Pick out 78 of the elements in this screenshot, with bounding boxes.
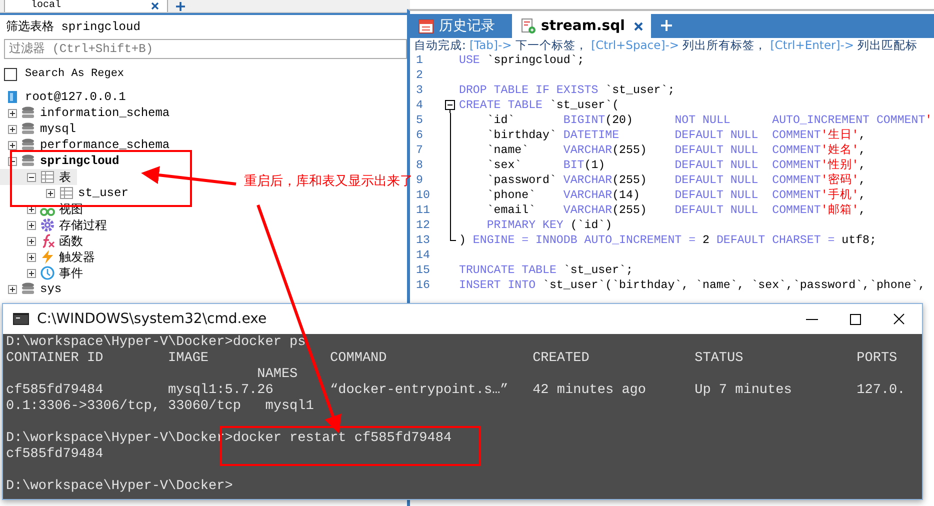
regex-checkbox[interactable] (4, 68, 17, 80)
window-title: C:\WINDOWS\system32\cmd.exe (37, 311, 267, 327)
gear-icon (40, 218, 55, 232)
code-line: USE `springcloud`; (459, 53, 584, 68)
line-number: 14 (415, 249, 431, 262)
editor-tab[interactable]: 历史记录 (410, 14, 508, 38)
code-line: `password` VARCHAR(255) DEFAULT NULL COMMENT'密码', (486, 173, 866, 188)
code-line: `sex` BIT(1) DEFAULT NULL COMMENT'性别', (486, 158, 866, 173)
database-icon (21, 122, 36, 136)
terminal-line: D:\workspace\Hyper-V\Docker>docker ps (6, 335, 307, 351)
line-number: 11 (415, 204, 431, 217)
calendar-icon (418, 18, 434, 34)
line-number: 2 (415, 69, 424, 82)
line-number: 12 (415, 219, 431, 232)
line-number: 10 (415, 189, 431, 202)
line-number: 3 (415, 84, 424, 97)
plus-icon (176, 2, 186, 10)
line-number: 15 (415, 264, 431, 277)
code-line: `name` VARCHAR(255) DEFAULT NULL COMMENT'姓名', (486, 143, 866, 158)
line-number: 13 (415, 234, 431, 247)
database-icon (21, 154, 36, 168)
lightning-icon (40, 250, 55, 264)
line-number: 8 (415, 159, 424, 172)
line-number: 16 (415, 279, 431, 292)
code-line: `id` BIGINT(20) NOT NULL AUTO_INCREMENT COMMENT' (486, 113, 932, 128)
connection-tab[interactable]: local (4, 0, 168, 12)
code-line: TRUNCATE TABLE `st_user`; (459, 263, 633, 278)
document-icon (520, 18, 536, 34)
close-icon (892, 312, 906, 326)
terminal-line: cf585fd79484 (6, 447, 104, 463)
table-icon (59, 186, 74, 200)
tree-item[interactable]: mysql (0, 121, 82, 137)
tree-item[interactable]: 触发器 (0, 249, 101, 265)
terminal-line: NAMES (256, 367, 299, 383)
tree-item[interactable]: 函数 (0, 233, 89, 249)
autocomplete-hint: 自动完成: [Tab]-> 下一个标签， [Ctrl+Space]-> 列出所有标签， [Ctrl+Enter]-> 列出匹配标 (413, 38, 919, 53)
tree-item[interactable]: root@127.0.0.1 (0, 89, 132, 105)
code-line: CREATE TABLE `st_user`( (459, 98, 620, 113)
database-icon (21, 106, 36, 120)
terminal-line: D:\workspace\Hyper-V\Docker> (6, 479, 234, 495)
plus-icon (660, 20, 672, 31)
line-number: 1 (415, 54, 424, 67)
code-line: INSERT INTO `st_user`(`birthday`, `name`, `sex`,`password`,`phone`, (459, 278, 926, 293)
terminal-line: 0.1:3306->3306/tcp, 33060/tcp mysql1 (6, 399, 315, 415)
minimize-icon (806, 318, 818, 320)
line-number: 6 (415, 129, 424, 142)
terminal-line: cf585fd79484 mysql1:5.7.26 “docker-entrypoint.s…” 42 minutes ago Up 7 minutes 127.0. (6, 383, 906, 399)
line-number: 9 (415, 174, 424, 187)
filter-field[interactable]: 过滤器 (Ctrl+Shift+B) (4, 39, 407, 59)
clock-icon (40, 266, 55, 280)
code-line: ) ENGINE = INNODB AUTO_INCREMENT = 2 DEFAULT CHARSET = utf8; (459, 233, 876, 248)
terminal-icon (13, 313, 29, 325)
code-line: `birthday` DATETIME DEFAULT NULL COMMENT'生日', (486, 128, 866, 143)
function-icon (40, 234, 55, 248)
tree-item[interactable]: information_schema (0, 105, 176, 121)
code-line: `phone` VARCHAR(14) DEFAULT NULL COMMENT'手机', (486, 188, 866, 203)
code-line: `email` VARCHAR(255) DEFAULT NULL COMMENT'邮箱', (486, 203, 866, 218)
table-icon (40, 170, 55, 184)
close-icon (151, 2, 160, 10)
database-icon (21, 138, 36, 152)
regex-label: Search As Regex (25, 68, 124, 80)
filter-title: 筛选表格 springcloud (6, 19, 142, 35)
tree-item[interactable]: springcloud (0, 153, 126, 169)
tree-item[interactable]: 存储过程 (0, 217, 113, 233)
terminal-line: CONTAINER ID IMAGE COMMAND CREATED STATUS PORTS (6, 351, 898, 367)
tree-item[interactable]: 事件 (0, 265, 89, 281)
code-line: PRIMARY KEY (`id`) (486, 218, 612, 233)
line-number: 5 (415, 114, 424, 127)
tree-item[interactable]: st_user (0, 185, 134, 201)
line-number: 4 (415, 99, 424, 112)
database-icon (21, 282, 36, 296)
code-line: DROP TABLE IF EXISTS `st_user`; (459, 83, 675, 98)
tree-item[interactable]: sys (0, 281, 68, 297)
tree-item[interactable]: performance_schema (0, 137, 176, 153)
tree-item[interactable]: 表 (0, 169, 77, 185)
editor-tab[interactable]: stream.sql (512, 14, 651, 38)
maximize-icon (848, 312, 862, 326)
line-number: 7 (415, 144, 424, 157)
